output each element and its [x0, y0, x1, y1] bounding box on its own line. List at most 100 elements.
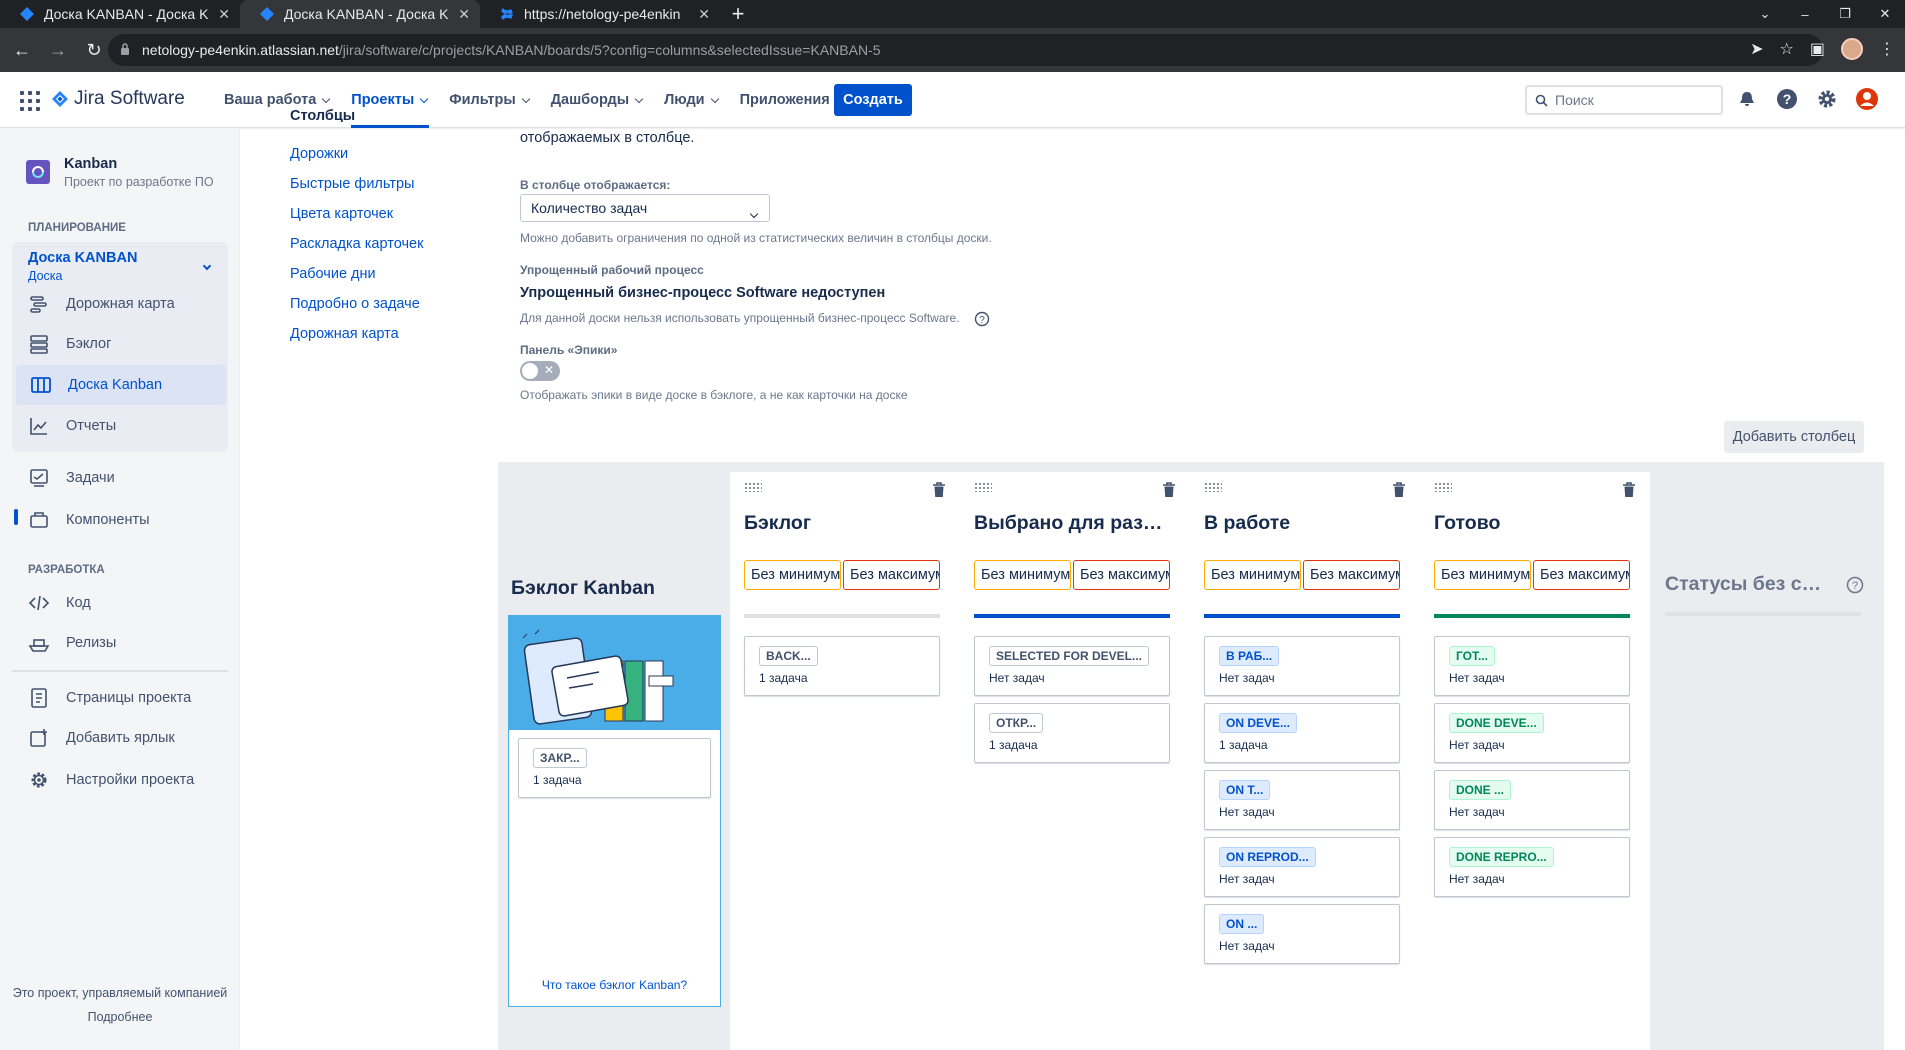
browser-tab-2[interactable]: Доска KANBAN - Доска Kanban ✕ [240, 0, 480, 28]
status-card[interactable]: SELECTED FOR DEVEL... Нет задач [974, 636, 1170, 696]
help-icon[interactable]: ? [1774, 86, 1800, 112]
sidebar-item-project-settings[interactable]: Настройки проекта [28, 760, 228, 800]
status-card[interactable]: ON T... Нет задач [1204, 770, 1400, 830]
browser-tab-1[interactable]: Доска KANBAN - Доска Kanban ✕ [0, 0, 240, 28]
bookmark-star-icon[interactable]: ☆ [1780, 39, 1794, 59]
create-button[interactable]: Создать [834, 84, 912, 116]
status-card[interactable]: DONE DEVE... Нет задач [1434, 703, 1630, 763]
column-min-input[interactable]: Без минимума [1434, 560, 1531, 590]
minimize-icon[interactable]: – [1785, 7, 1825, 22]
status-card[interactable]: В РАБ... Нет задач [1204, 636, 1400, 696]
settings-nav-columns[interactable]: Столбцы [290, 108, 355, 122]
nav-people[interactable]: Люди [656, 72, 727, 128]
drag-handle-icon[interactable] [1204, 482, 1222, 492]
forward-icon[interactable]: → [40, 40, 76, 61]
settings-nav-quick-filters[interactable]: Быстрые фильтры [290, 176, 423, 206]
column-min-input[interactable]: Без минимума [1204, 560, 1301, 590]
settings-nav-working-days[interactable]: Рабочие дни [290, 266, 423, 296]
chevron-down-icon[interactable] [200, 256, 212, 272]
status-card[interactable]: ОТКР... 1 задача [974, 703, 1170, 763]
what-is-kanban-backlog-link[interactable]: Что такое бэклог Kanban? [509, 978, 720, 992]
nav-dashboards[interactable]: Дашборды [543, 72, 652, 128]
question-circle-icon[interactable]: ? [974, 311, 990, 327]
settings-nav-swimlanes[interactable]: Дорожки [290, 146, 423, 176]
sidebar-item-add-shortcut[interactable]: Добавить ярлык [28, 718, 228, 758]
board-column[interactable]: Выбрано для разработки Без минимумаБез ма… [960, 472, 1190, 1050]
tab-list-icon[interactable]: ⌄ [1745, 6, 1785, 22]
user-avatar-icon[interactable] [1854, 86, 1880, 112]
column-max-input[interactable]: Без максимума [1073, 560, 1170, 590]
sidebar-item-issues[interactable]: Задачи [28, 458, 228, 498]
sidebar-item-code[interactable]: Код [28, 583, 228, 623]
epics-panel-toggle[interactable]: ✕ [520, 361, 560, 381]
column-constraint-select[interactable]: Количество задач [520, 194, 770, 222]
question-circle-icon[interactable]: ? [1846, 576, 1864, 594]
column-status-bar [1204, 614, 1400, 618]
restore-icon[interactable]: ❐ [1825, 6, 1865, 22]
sidebar-item-reports[interactable]: Отчеты [28, 406, 228, 446]
search-input[interactable]: Поиск [1525, 85, 1723, 115]
column-min-input[interactable]: Без минимума [744, 560, 841, 590]
drag-handle-icon[interactable] [974, 482, 992, 492]
sidebar-item-project-pages[interactable]: Страницы проекта [28, 678, 228, 718]
sidebar-item-roadmap[interactable]: Дорожная карта [28, 284, 228, 324]
menu-kebab-icon[interactable]: ⋮ [1879, 39, 1895, 59]
project-name: Kanban [64, 156, 118, 172]
send-icon[interactable]: ➤ [1750, 39, 1763, 59]
close-tab-icon[interactable]: ✕ [458, 6, 470, 23]
learn-more-link[interactable]: Подробнее [0, 1010, 240, 1024]
status-card[interactable]: ЗАКР... 1 задача [518, 738, 711, 798]
drag-handle-icon[interactable] [744, 482, 762, 492]
close-tab-icon[interactable]: ✕ [698, 6, 710, 23]
column-title[interactable]: Выбрано для разработки [974, 512, 1174, 535]
notifications-bell-icon[interactable] [1734, 86, 1760, 112]
side-panel-icon[interactable]: ▣ [1810, 39, 1825, 59]
status-card[interactable]: DONE ... Нет задач [1434, 770, 1630, 830]
trash-icon[interactable] [1622, 482, 1636, 498]
settings-gear-icon[interactable] [1814, 86, 1840, 112]
reload-icon[interactable]: ↻ [76, 40, 112, 61]
column-title[interactable]: Бэклог [744, 512, 944, 535]
status-card[interactable]: ON DEVE... 1 задача [1204, 703, 1400, 763]
unmapped-statuses-bar [1665, 612, 1861, 616]
settings-nav-issue-detail[interactable]: Подробно о задаче [290, 296, 423, 326]
sidebar-item-components[interactable]: Компоненты [28, 500, 228, 540]
trash-icon[interactable] [932, 482, 946, 498]
settings-nav-card-layout[interactable]: Раскладка карточек [290, 236, 423, 266]
status-card[interactable]: ON REPROD... Нет задач [1204, 837, 1400, 897]
new-tab-button[interactable]: + [720, 0, 756, 28]
sidebar-item-backlog[interactable]: Бэклог [28, 324, 228, 364]
profile-avatar[interactable] [1841, 38, 1863, 60]
nav-filters[interactable]: Фильтры [441, 72, 538, 128]
close-tab-icon[interactable]: ✕ [218, 6, 230, 23]
column-title[interactable]: В работе [1204, 512, 1404, 535]
status-card[interactable]: BACK... 1 задача [744, 636, 940, 696]
column-min-input[interactable]: Без минимума [974, 560, 1071, 590]
close-window-icon[interactable]: ✕ [1865, 6, 1905, 22]
column-max-input[interactable]: Без максимума [843, 560, 940, 590]
sidebar-item-kanban-board[interactable]: Доска Kanban [16, 365, 226, 405]
settings-nav-card-colors[interactable]: Цвета карточек [290, 206, 423, 236]
jira-logo[interactable]: Jira Software [52, 88, 185, 110]
settings-nav-roadmap[interactable]: Дорожная карта [290, 326, 423, 356]
status-card[interactable]: ON ... Нет задач [1204, 904, 1400, 964]
project-header[interactable]: Kanban Проект по разработке ПО [26, 156, 214, 189]
add-column-button[interactable]: Добавить столбец [1724, 421, 1864, 453]
board-column[interactable]: В работе Без минимумаБез максимума В РАБ..… [1190, 472, 1420, 1050]
board-column[interactable]: Готово Без минимумаБез максимума ГОТ... Нет… [1420, 472, 1650, 1050]
trash-icon[interactable] [1392, 482, 1406, 498]
status-card[interactable]: DONE REPRO... Нет задач [1434, 837, 1630, 897]
back-icon[interactable]: ← [4, 40, 40, 61]
address-bar[interactable]: netology-pe4enkin.atlassian.net/jira/sof… [108, 34, 1823, 66]
browser-tab-3[interactable]: https://netology-pe4enkin ✕ [480, 0, 720, 28]
status-card[interactable]: ГОТ... Нет задач [1434, 636, 1630, 696]
column-max-input[interactable]: Без максимума [1303, 560, 1400, 590]
board-column[interactable]: Бэклог Без минимумаБез максимума BACK... 1 … [730, 472, 960, 1050]
drag-handle-icon[interactable] [1434, 482, 1452, 492]
column-title[interactable]: Готово [1434, 512, 1634, 535]
board-selector[interactable]: Доска KANBAN Доска [28, 250, 137, 283]
trash-icon[interactable] [1162, 482, 1176, 498]
app-switcher-icon[interactable] [18, 89, 40, 111]
sidebar-item-releases[interactable]: Релизы [28, 623, 228, 663]
column-max-input[interactable]: Без максимума [1533, 560, 1630, 590]
